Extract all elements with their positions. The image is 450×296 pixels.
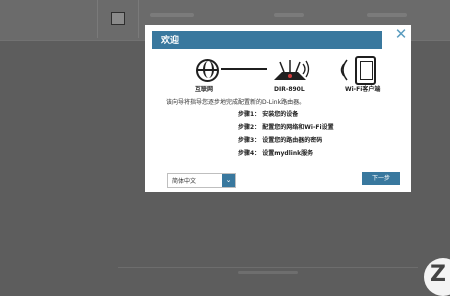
dialog-title-bar: 欢迎 [152, 31, 382, 49]
wifi-icon [340, 59, 348, 81]
header-icon-box [97, 0, 139, 38]
step-item: 步骤4： 设置mydlink服务 [238, 150, 314, 157]
dialog-title: 欢迎 [161, 36, 180, 46]
close-icon[interactable]: ✕ [394, 27, 408, 42]
globe-icon [196, 59, 219, 82]
language-select-value: 简体中文 [172, 178, 197, 185]
step-item: 步骤2： 配置您的网络和Wi-Fi设置 [238, 124, 334, 131]
next-button[interactable]: 下一步 [362, 172, 400, 185]
step-item: 步骤1： 安装您的设备 [238, 111, 299, 118]
router-icon [274, 60, 310, 80]
dialog-header: 欢迎 ✕ [145, 25, 411, 50]
router-model-label: DIR-890L [274, 86, 305, 93]
internet-label: 互联网 [195, 86, 214, 93]
header-blurred-text [367, 13, 407, 17]
router-status-icon [111, 12, 125, 25]
header-blurred-text [150, 13, 194, 17]
welcome-wizard-dialog: 欢迎 ✕ 互联网 DIR-890L Wi-Fi客户端 该向导将指导您逐步地完成配… [145, 25, 411, 192]
device-icon [355, 56, 376, 85]
wifi-client-label: Wi-Fi客户端 [345, 86, 381, 93]
chevron-down-icon[interactable]: ⌄ [222, 174, 235, 187]
step-item: 步骤3： 设置您的路由器的密码 [238, 137, 323, 144]
language-select[interactable]: 简体中文 ⌄ [167, 173, 236, 188]
footer-blurred-text [238, 271, 298, 274]
wizard-intro-text: 该向导将指导您逐步地完成配置新的D-Link路由器。 [166, 99, 306, 106]
watermark-logo: Z [424, 258, 450, 296]
header-blurred-text [274, 13, 304, 17]
connection-line [221, 68, 267, 70]
footer-divider [118, 267, 418, 268]
